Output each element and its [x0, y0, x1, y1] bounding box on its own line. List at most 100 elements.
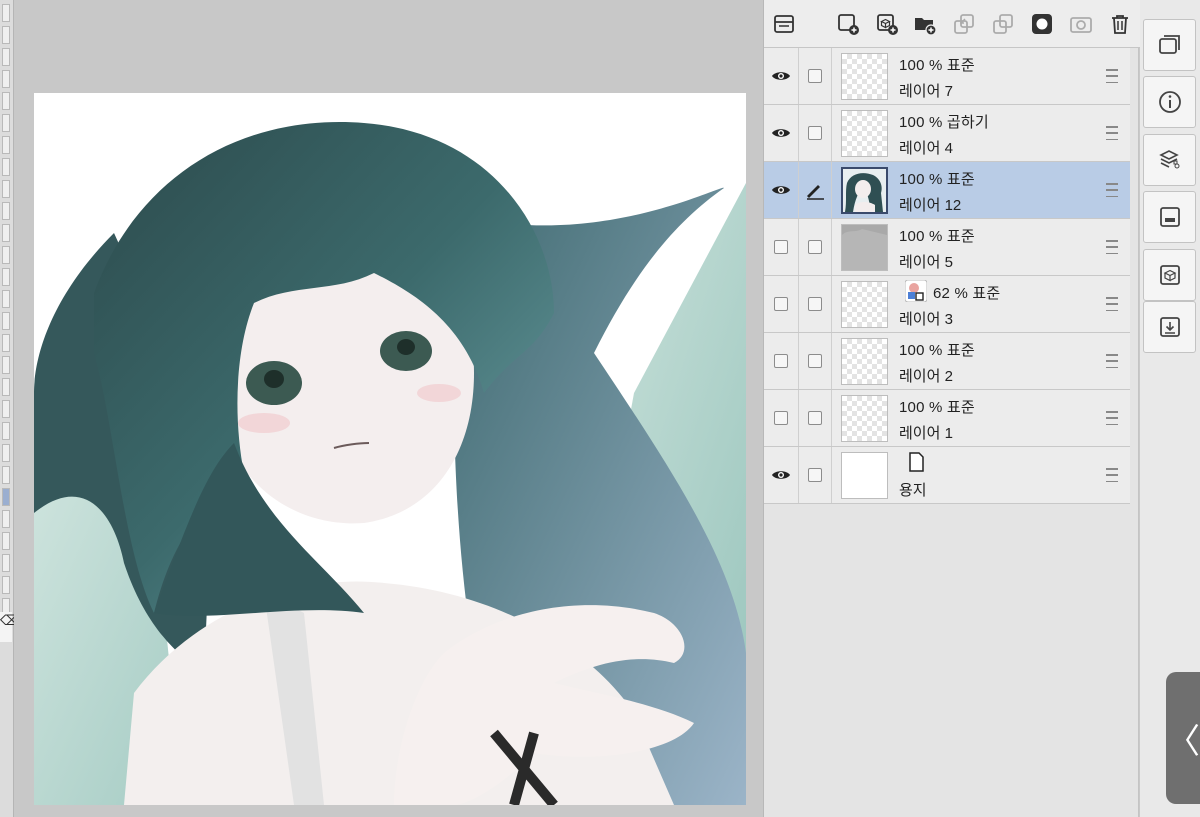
artwork-canvas[interactable] — [34, 93, 746, 805]
new-raster-layer-icon[interactable] — [834, 10, 862, 38]
3d-icon[interactable] — [1143, 249, 1196, 301]
illustration — [34, 122, 746, 805]
layer-blend-mode: 100 % 표준 — [899, 228, 975, 245]
collapse-glyph: 〈 — [1166, 722, 1200, 761]
layer-checkbox-column[interactable] — [799, 162, 832, 218]
drag-handle-icon[interactable] — [1106, 468, 1118, 482]
drag-handle-icon[interactable] — [1106, 183, 1118, 197]
layer-row[interactable]: 100 % 표준 레이어 1 — [764, 390, 1130, 447]
layer-row[interactable]: 용지 — [764, 447, 1130, 504]
ruler-tick — [2, 268, 10, 286]
visibility-toggle[interactable] — [764, 390, 799, 446]
visibility-checkbox — [774, 297, 788, 311]
layer-toolbar — [764, 0, 1140, 48]
drag-handle-icon[interactable] — [1106, 69, 1118, 83]
layer-thumbnail — [841, 110, 888, 157]
collapse-panel-button[interactable]: 〈 — [1166, 672, 1200, 804]
ruler-tick — [2, 422, 10, 440]
drag-handle-icon[interactable] — [1106, 297, 1118, 311]
layer-thumbnail — [841, 167, 888, 214]
ruler-tick — [2, 444, 10, 462]
layer-name: 레이어 12 — [899, 197, 962, 214]
layer-row[interactable]: 100 % 표준레이어 12 — [764, 162, 1130, 219]
layer-property-icon[interactable] — [770, 10, 798, 38]
navigator-icon[interactable] — [1143, 191, 1196, 243]
ruler-tick — [2, 246, 10, 264]
eye-icon — [772, 72, 790, 80]
drag-handle-icon[interactable] — [1106, 126, 1118, 140]
layer-blend-mode: 100 % 표준 — [899, 342, 975, 359]
canvas-area[interactable] — [14, 0, 763, 817]
drag-handle-icon[interactable] — [1106, 354, 1118, 368]
info-icon[interactable] — [1143, 76, 1196, 128]
ruler-tick — [2, 224, 10, 242]
ruler-tick — [2, 576, 10, 594]
ruler-tick — [2, 114, 10, 132]
eye-icon — [772, 186, 790, 194]
layer-panel: 100 % 표준 레이어 7 100 % 곱하기 레이어 4 100 % 표준 레이어 1… — [763, 0, 1140, 817]
material-icon[interactable] — [1143, 134, 1196, 186]
layer-checkbox-column[interactable] — [799, 219, 832, 275]
layer-row[interactable]: 100 % 표준레이어 7 — [764, 48, 1130, 105]
ruler-tick — [2, 356, 10, 374]
layer-checkbox — [808, 468, 822, 482]
drag-handle-icon[interactable] — [1106, 240, 1118, 254]
layer-checkbox-column[interactable] — [799, 276, 832, 332]
layer-blend-mode: 100 % 표준 — [899, 171, 975, 188]
layers-panel-icon[interactable] — [1143, 19, 1196, 71]
layer-blend-mode: 100 % 곱하기 — [899, 114, 989, 131]
visibility-toggle[interactable] — [764, 333, 799, 389]
eye-icon — [772, 471, 790, 479]
layer-checkbox-column[interactable] — [799, 48, 832, 104]
ruler-tick — [2, 554, 10, 572]
layer-camera-icon[interactable] — [1067, 10, 1095, 38]
layer-name: 레이어 7 — [899, 83, 953, 100]
layer-checkbox-column[interactable] — [799, 333, 832, 389]
visibility-toggle[interactable] — [764, 219, 799, 275]
delete-layer-icon[interactable] — [1106, 10, 1134, 38]
pen-icon — [807, 185, 824, 200]
layer-row[interactable]: 100 % 곱하기 레이어 4 — [764, 105, 1130, 162]
visibility-toggle[interactable] — [764, 105, 799, 161]
ruler-tick — [2, 400, 10, 418]
layer-list: 100 % 표준 레이어 7 100 % 곱하기 레이어 4 100 % 표준 레이어 1… — [764, 48, 1130, 504]
ruler-tick — [2, 312, 10, 330]
eye-icon — [772, 129, 790, 137]
merge-visible-icon[interactable] — [989, 10, 1017, 38]
layer-checkbox — [808, 297, 822, 311]
visibility-toggle[interactable] — [764, 447, 799, 503]
ruler-tick — [2, 92, 10, 110]
drag-handle-icon[interactable] — [1106, 411, 1118, 425]
layer-checkbox-column[interactable] — [799, 447, 832, 503]
layer-mask-icon[interactable] — [1028, 10, 1056, 38]
ruler-tick — [2, 378, 10, 396]
layer-checkbox-column[interactable] — [799, 390, 832, 446]
new-vector-layer-icon[interactable] — [873, 10, 901, 38]
layer-blend-mode: 100 % 표준 — [899, 57, 975, 74]
layer-thumbnail — [841, 224, 888, 271]
layer-row[interactable]: 62 % 표준 레이어 3 — [764, 276, 1130, 333]
ruler-tick — [2, 70, 10, 88]
visibility-checkbox — [774, 240, 788, 254]
new-folder-icon[interactable] — [911, 10, 939, 38]
layer-checkbox — [808, 354, 822, 368]
visibility-checkbox — [774, 411, 788, 425]
strip-trash-icon[interactable]: ⌫ — [0, 612, 20, 642]
layer-row[interactable]: 100 % 표준 레이어 2 — [764, 333, 1130, 390]
import-icon[interactable] — [1143, 301, 1196, 353]
ruler-tick — [2, 158, 10, 176]
layer-thumbnail — [841, 452, 888, 499]
visibility-toggle[interactable] — [764, 48, 799, 104]
layer-blend-mode: 62 % 표준 — [933, 285, 1001, 302]
layer-checkbox-column[interactable] — [799, 105, 832, 161]
layer-name: 레이어 5 — [899, 254, 953, 271]
visibility-toggle[interactable] — [764, 276, 799, 332]
left-tool-strip: ⌫ — [0, 0, 20, 817]
layer-checkbox — [808, 240, 822, 254]
merge-down-icon[interactable] — [950, 10, 978, 38]
layer-thumbnail — [841, 281, 888, 328]
layer-row[interactable]: 100 % 표준레이어 5 — [764, 219, 1130, 276]
ruler-tick — [2, 136, 10, 154]
visibility-toggle[interactable] — [764, 162, 799, 218]
ruler-tick — [2, 510, 10, 528]
